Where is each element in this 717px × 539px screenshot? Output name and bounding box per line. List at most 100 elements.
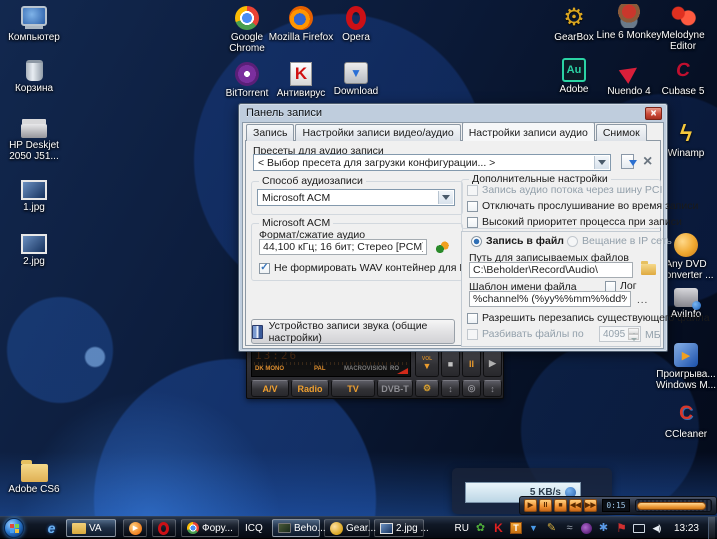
save-preset-icon[interactable]	[621, 154, 637, 169]
desktop-icon-ccleaner[interactable]: C CCleaner	[652, 401, 717, 440]
audio-format-icon[interactable]	[435, 240, 449, 254]
player-volume-slider[interactable]	[635, 499, 712, 512]
format-input[interactable]	[259, 239, 427, 255]
desktop-icon-label: Nuendo 4	[607, 86, 651, 97]
stop-button[interactable]: ■	[441, 350, 460, 377]
icq-tray-icon[interactable]: ✿	[474, 521, 487, 535]
settings-wrench-button[interactable]: ⚙	[415, 380, 439, 397]
split-size-unit: МБ	[645, 329, 661, 341]
split-size-spinner[interactable]: 4095	[599, 326, 641, 342]
utility-tray-icon[interactable]: ✱	[597, 521, 610, 535]
overwrite-checkbox[interactable]: Разрешить перезапись существующего файла	[467, 312, 710, 324]
audition-icon: Au	[562, 58, 586, 82]
browse-folder-icon[interactable]	[641, 261, 656, 275]
desktop-icon-recycle-bin[interactable]: Корзина	[0, 60, 68, 94]
preset-combobox[interactable]: < Выбор пресета для загрузки конфигураци…	[253, 154, 611, 171]
dialog-titlebar[interactable]: Панель записи ×	[242, 104, 664, 122]
channel-updown-button[interactable]: ↕	[441, 380, 460, 397]
taskbar-opera-button[interactable]	[152, 519, 176, 537]
taskbar-2jpg-button[interactable]: 2.jpg ...	[374, 519, 429, 537]
path-input[interactable]	[469, 262, 633, 278]
checkbox-icon	[467, 328, 478, 340]
image-file-icon	[21, 234, 47, 254]
desktop: Компьютер Корзина HP Deskjet 2050 J51...…	[0, 0, 717, 539]
kaspersky-tray-icon[interactable]: K	[492, 521, 505, 535]
taskbar-button-label: Beho...	[294, 522, 326, 534]
nuendo-icon: ▶	[616, 57, 642, 85]
no-wav-checkbox[interactable]: ✓ Не формировать WAV контейнер для MP3	[259, 262, 481, 274]
melodyne-icon	[670, 4, 696, 28]
radio-source-button[interactable]: Radio	[291, 380, 329, 397]
desktop-icon-label: 2.jpg	[23, 256, 45, 267]
tab-audio-settings[interactable]: Настройки записи аудио	[461, 122, 595, 141]
audio-method-combobox[interactable]: Microsoft ACM	[257, 189, 455, 206]
folder-icon	[72, 522, 86, 534]
dvbt-source-button[interactable]: DVB-T	[377, 380, 413, 397]
pencil-tray-icon[interactable]: ✎	[545, 521, 558, 535]
tv-display: 13:26 DK MONO PAL MACROVISION RO	[251, 350, 411, 377]
desktop-icon-1jpg[interactable]: 1.jpg	[0, 180, 68, 213]
clear-preset-icon[interactable]: ×	[643, 154, 652, 170]
record-to-file-radio[interactable]: Запись в файл	[471, 235, 564, 247]
speaker-tray-icon[interactable]: ◀)	[650, 521, 663, 535]
taskbar-ie-button[interactable]: e	[40, 519, 63, 537]
desktop-icon-download[interactable]: ▼ Download	[322, 62, 390, 97]
taskbar-icq-button[interactable]: ICQ	[240, 519, 274, 537]
desktop-icon-melodyne[interactable]: Melodyne Editor	[649, 4, 717, 52]
resize-button[interactable]: ↕	[483, 380, 502, 397]
tab-snapshot[interactable]: Снимок	[595, 124, 647, 141]
tab-video-audio-settings[interactable]: Настройки записи видео/аудио	[295, 124, 461, 141]
gear-icon: ⚙	[563, 3, 585, 31]
taskbar-va-folder-button[interactable]: VA	[66, 519, 116, 537]
mute-while-recording-checkbox[interactable]: Отключать прослушивание во время записи	[467, 200, 698, 212]
taskbar-gearbox-button[interactable]: Gear...	[324, 519, 376, 537]
winamp-icon: ϟ	[679, 119, 693, 146]
play-button[interactable]: ▶	[483, 350, 502, 377]
download-manager-tray-icon[interactable]: ▼	[527, 521, 540, 535]
av-source-button[interactable]: A/V	[251, 380, 289, 397]
desktop-icon-label: CCleaner	[664, 429, 708, 440]
player-play-button[interactable]: ▶	[524, 499, 537, 512]
total-commander-tray-icon[interactable]: T	[509, 522, 522, 534]
template-more-button[interactable]: ...	[637, 295, 648, 306]
overwrite-label: Разрешить перезапись существующего файла	[482, 312, 710, 324]
tv-source-button[interactable]: TV	[331, 380, 375, 397]
bittorrent-tray-icon[interactable]	[580, 522, 592, 534]
taskbar-wmp-button[interactable]: ▶	[123, 519, 147, 537]
audio-driver-tray-icon[interactable]: ≈	[563, 521, 576, 535]
player-forward-button[interactable]: ▶▶	[584, 499, 597, 512]
desktop-icon-2jpg[interactable]: 2.jpg	[0, 234, 68, 267]
player-rewind-button[interactable]: ◀◀	[569, 499, 582, 512]
show-desktop-button[interactable]	[708, 517, 715, 539]
sound-device-button[interactable]: Устройство записи звука (общие настройки…	[251, 319, 455, 344]
taskbar-behold-button[interactable]: Beho...	[272, 519, 326, 537]
language-indicator[interactable]: RU	[455, 523, 469, 534]
action-center-flag-icon[interactable]: ⚑	[615, 521, 628, 535]
sound-device-button-label: Устройство записи звука (общие настройки…	[268, 319, 428, 344]
high-priority-checkbox[interactable]: Высокий приоритет процесса при записи	[467, 216, 682, 228]
desktop-icon-opera[interactable]: Opera	[322, 6, 390, 43]
taskbar-forum-button[interactable]: Фору...	[181, 519, 239, 537]
desktop-icon-label: 1.jpg	[23, 202, 45, 213]
tab-record[interactable]: Запись	[246, 124, 295, 141]
template-input[interactable]	[469, 291, 631, 307]
close-button[interactable]: ×	[645, 107, 662, 120]
acm-group-label: Microsoft ACM	[259, 217, 334, 229]
taskbar-clock[interactable]: 13:23	[674, 523, 699, 534]
desktop-icon-adobe-cs6[interactable]: Adobe CS6	[0, 458, 68, 495]
desktop-icon-cubase[interactable]: C Cubase 5	[649, 58, 717, 97]
media-player-icon: ▶	[674, 343, 698, 367]
volume-button[interactable]: VOL ▼	[415, 350, 439, 377]
desktop-icon-computer[interactable]: Компьютер	[0, 6, 68, 43]
network-tray-icon[interactable]	[632, 523, 645, 533]
pause-button[interactable]: II	[462, 350, 481, 377]
desktop-icon-label: Проигрыва... Windows M...	[655, 369, 716, 391]
player-pause-button[interactable]: II	[539, 499, 552, 512]
desktop-icon-hp-printer[interactable]: HP Deskjet 2050 J51...	[0, 116, 68, 162]
spinner-arrows-icon[interactable]	[628, 328, 639, 341]
desktop-icon-label: Корзина	[14, 83, 54, 94]
player-stop-button[interactable]: ■	[554, 499, 567, 512]
timer-button[interactable]: ◎	[462, 380, 481, 397]
internet-explorer-icon: e	[47, 520, 56, 536]
start-button[interactable]	[4, 518, 24, 538]
